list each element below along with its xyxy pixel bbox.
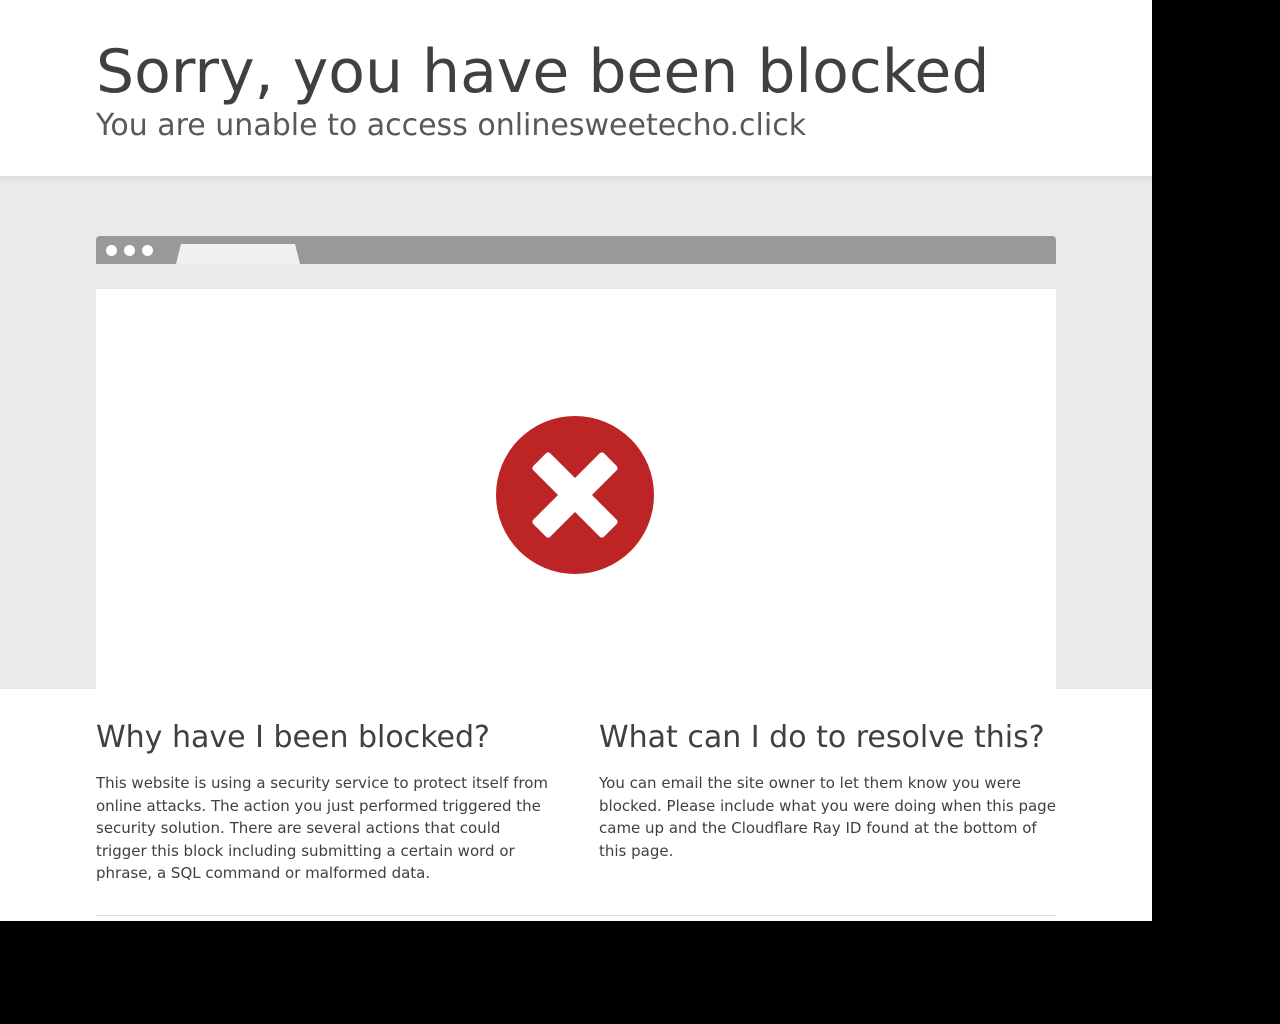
window-dot-icon xyxy=(124,245,135,256)
page-viewport: Sorry, you have been blocked You are una… xyxy=(0,0,1152,921)
footer-divider xyxy=(96,915,1056,916)
resolve-heading: What can I do to resolve this? xyxy=(599,720,1045,755)
resolve-column: What can I do to resolve this? You can e… xyxy=(599,719,1057,862)
browser-window-bar xyxy=(96,236,1056,264)
page-subtitle: You are unable to access onlinesweetecho… xyxy=(96,108,807,143)
window-dot-icon xyxy=(106,245,117,256)
browser-tab-shape xyxy=(176,244,300,264)
page-title: Sorry, you have been blocked xyxy=(96,37,990,107)
page-header: Sorry, you have been blocked You are una… xyxy=(0,0,1152,176)
window-dot-icon xyxy=(142,245,153,256)
info-section: Why have I been blocked? This website is… xyxy=(0,689,1152,921)
error-x-circle-icon xyxy=(496,416,654,574)
why-blocked-text: This website is using a security service… xyxy=(96,774,549,882)
why-blocked-column: Why have I been blocked? This website is… xyxy=(96,719,554,885)
why-blocked-heading: Why have I been blocked? xyxy=(96,720,490,755)
resolve-text: You can email the site owner to let them… xyxy=(599,774,1056,860)
browser-window-body xyxy=(96,289,1056,689)
